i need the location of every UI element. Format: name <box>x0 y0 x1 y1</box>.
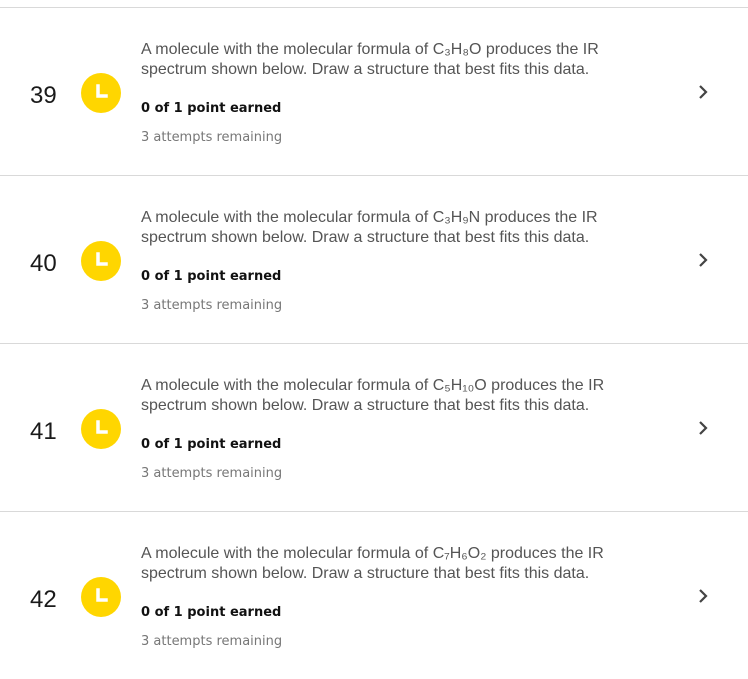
chevron-right-icon[interactable] <box>695 252 711 268</box>
attempts-text: 3 attempts remaining <box>141 130 283 145</box>
attempts-text: 3 attempts remaining <box>141 298 283 313</box>
chevron-right-icon[interactable] <box>695 588 711 604</box>
question-text: A molecule with the molecular formula of… <box>141 545 604 582</box>
clock-icon <box>81 409 121 449</box>
question-row-41[interactable]: 41 A molecule with the molecular formula… <box>0 343 748 511</box>
question-row-39[interactable]: 39 A molecule with the molecular formula… <box>0 7 748 175</box>
question-number: 41 <box>30 418 57 445</box>
question-number: 40 <box>30 250 57 277</box>
clock-icon <box>81 241 121 281</box>
question-text: A molecule with the molecular formula of… <box>141 377 605 414</box>
score-text: 0 of 1 point earned <box>141 437 282 452</box>
question-row-40[interactable]: 40 A molecule with the molecular formula… <box>0 175 748 343</box>
score-text: 0 of 1 point earned <box>141 101 282 116</box>
question-number: 39 <box>30 82 57 109</box>
question-list: 39 A molecule with the molecular formula… <box>0 7 748 679</box>
score-text: 0 of 1 point earned <box>141 605 282 620</box>
clock-icon <box>81 577 121 617</box>
score-text: 0 of 1 point earned <box>141 269 282 284</box>
question-row-42[interactable]: 42 A molecule with the molecular formula… <box>0 511 748 679</box>
question-number: 42 <box>30 586 57 613</box>
question-text: A molecule with the molecular formula of… <box>141 41 599 78</box>
chevron-right-icon[interactable] <box>695 420 711 436</box>
chevron-right-icon[interactable] <box>695 84 711 100</box>
clock-icon <box>81 73 121 113</box>
attempts-text: 3 attempts remaining <box>141 466 283 481</box>
question-text: A molecule with the molecular formula of… <box>141 209 598 246</box>
attempts-text: 3 attempts remaining <box>141 634 283 649</box>
